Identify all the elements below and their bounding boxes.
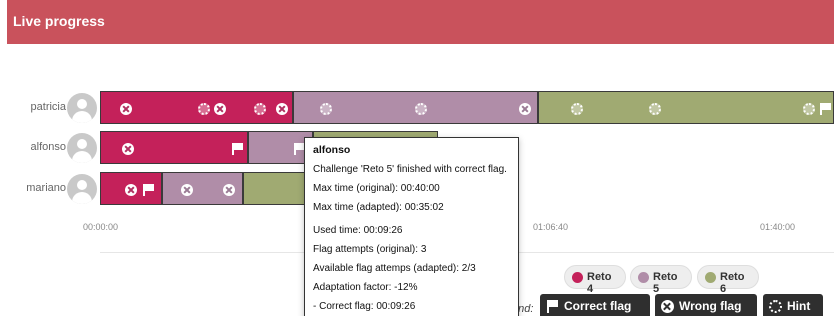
segment-reto-4[interactable] <box>100 172 162 205</box>
tooltip-title: alfonso <box>313 144 351 156</box>
segment-reto-6[interactable] <box>243 172 313 205</box>
tooltip-line: - Correct flag: 00:09:26 <box>313 301 416 312</box>
hint-icon[interactable] <box>803 103 815 115</box>
legend-wrong-flag: Wrong flag <box>655 294 757 316</box>
correct-flag-icon[interactable] <box>819 103 831 115</box>
tooltip-line: Used time: 00:09:26 <box>313 225 403 236</box>
legend-hint-label: Hint <box>787 299 811 313</box>
legend-correct-flag-label: Correct flag <box>564 299 632 313</box>
challenge-pill-reto-4[interactable]: Reto 4 <box>564 265 626 295</box>
legend-correct-flag: Correct flag <box>540 294 650 316</box>
correct-flag-icon[interactable] <box>231 143 243 155</box>
wrong-flag-icon[interactable] <box>120 103 132 115</box>
wrong-flag-icon <box>661 300 674 313</box>
user-name: patricia <box>30 101 66 113</box>
hint-icon <box>769 300 782 313</box>
tooltip-line: Max time (adapted): 00:35:02 <box>313 202 444 213</box>
user-row-patricia: patricia <box>0 91 834 126</box>
challenge-tooltip: alfonso Challenge 'Reto 5' finished with… <box>304 137 519 316</box>
hint-icon[interactable] <box>254 103 266 115</box>
page-title: Live progress <box>13 13 105 29</box>
challenge-label: Reto 6 <box>720 271 745 295</box>
wrong-flag-icon[interactable] <box>125 184 137 196</box>
user-name: alfonso <box>30 141 66 153</box>
hint-icon[interactable] <box>415 103 427 115</box>
axis-tick: 01:40:00 <box>760 222 796 232</box>
hint-icon[interactable] <box>198 103 210 115</box>
avatar <box>67 93 97 123</box>
tooltip-line: Max time (original): 00:40:00 <box>313 183 440 194</box>
reto-6-color-dot <box>705 272 716 283</box>
tooltip-line: Adaptation factor: -12% <box>313 282 418 293</box>
segment-reto-5[interactable] <box>293 91 538 124</box>
challenge-label: Reto 4 <box>587 271 612 295</box>
wrong-flag-icon[interactable] <box>122 143 134 155</box>
correct-flag-icon[interactable] <box>142 184 154 196</box>
hint-icon[interactable] <box>320 103 332 115</box>
wrong-flag-icon[interactable] <box>223 184 235 196</box>
reto-5-color-dot <box>638 272 649 283</box>
wrong-flag-icon[interactable] <box>214 103 226 115</box>
tooltip-line: Flag attempts (original): 3 <box>313 244 427 255</box>
challenge-label: Reto 5 <box>653 271 678 295</box>
tooltip-line: Available flag attemps (adapted): 2/3 <box>313 263 476 274</box>
legend-wrong-flag-label: Wrong flag <box>679 299 742 313</box>
reto-4-color-dot <box>572 272 583 283</box>
challenge-pill-reto-6[interactable]: Reto 6 <box>697 265 759 295</box>
hint-icon[interactable] <box>649 103 661 115</box>
hint-icon[interactable] <box>571 103 583 115</box>
user-name: mariano <box>26 182 66 194</box>
correct-flag-icon <box>546 300 559 313</box>
wrong-flag-icon[interactable] <box>276 103 288 115</box>
live-progress-header: Live progress <box>7 0 834 44</box>
segment-reto-4[interactable] <box>100 131 248 164</box>
challenge-pill-reto-5[interactable]: Reto 5 <box>630 265 692 295</box>
wrong-flag-icon[interactable] <box>519 103 531 115</box>
avatar <box>67 174 97 204</box>
segment-reto-4[interactable] <box>100 91 293 124</box>
tooltip-line: Challenge 'Reto 5' finished with correct… <box>313 164 507 175</box>
segment-reto-5[interactable] <box>162 172 243 205</box>
avatar <box>67 133 97 163</box>
wrong-flag-icon[interactable] <box>181 184 193 196</box>
segment-reto-6[interactable] <box>538 91 834 124</box>
axis-tick: 01:06:40 <box>533 222 569 232</box>
axis-tick: 00:00:00 <box>83 222 119 232</box>
legend-hint: Hint <box>763 294 823 316</box>
